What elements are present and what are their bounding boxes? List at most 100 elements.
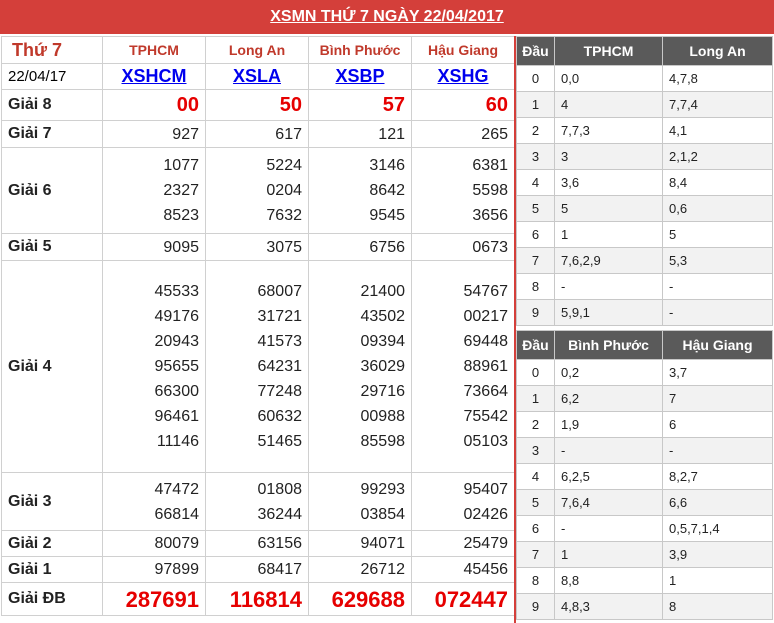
dau-cell: 1 <box>554 221 663 248</box>
prize-cell: 95407 02426 <box>411 472 515 531</box>
prize-cell: 072447 <box>411 582 515 616</box>
prize-number: 66300 <box>154 383 200 400</box>
prize-cell: 25479 <box>411 530 515 557</box>
prize-number: 02426 <box>463 505 509 523</box>
prize-number: 94071 <box>360 535 406 552</box>
prize-cell: 6756 <box>308 233 412 261</box>
prize-number: 3656 <box>472 207 508 224</box>
prize-number: 00217 <box>463 308 509 325</box>
prize-number: 36244 <box>257 505 303 523</box>
dau-cell: 7,7,4 <box>662 91 773 118</box>
dau-cell: 0,2 <box>554 359 663 386</box>
dau-digit: 6 <box>516 221 555 248</box>
prize-number: 63156 <box>257 535 303 552</box>
prize-label: Giải 8 <box>1 89 103 121</box>
prize-number: 95655 <box>154 358 200 375</box>
prize-number: 25479 <box>463 535 509 552</box>
dau-cell: 8,8 <box>554 567 663 594</box>
code-link-xshcm[interactable]: XSHCM <box>121 66 186 86</box>
dau-cell: - <box>662 299 773 326</box>
prize-number: 116814 <box>229 586 302 612</box>
page: XSMN THỨ 7 NGÀY 22/04/2017 Thứ 7 TPHCM L… <box>0 0 774 623</box>
prize-cell: 9095 <box>102 233 206 261</box>
page-title[interactable]: XSMN THỨ 7 NGÀY 22/04/2017 <box>0 0 774 34</box>
dau-cell: 5,3 <box>662 247 773 274</box>
prize-label: Giải 4 <box>1 260 103 473</box>
prize-cell: 50 <box>205 89 309 121</box>
prize-cell: 26712 <box>308 556 412 583</box>
code-link-xsbp[interactable]: XSBP <box>335 66 384 86</box>
dau-cell: 3,9 <box>662 541 773 568</box>
prize-cell: 116814 <box>205 582 309 616</box>
prize-cell: 0673 <box>411 233 515 261</box>
dau-header: Đầu <box>516 36 555 66</box>
prize-cell: 00 <box>102 89 206 121</box>
dau-cell: 6,2,5 <box>554 463 663 490</box>
dau-digit: 7 <box>516 247 555 274</box>
province-header: Hậu Giang <box>411 36 515 64</box>
prize-number: 8642 <box>369 182 405 199</box>
dau-header: Hậu Giang <box>662 330 773 360</box>
dau-cell: 1,9 <box>554 411 663 438</box>
prize-number: 00988 <box>360 408 406 425</box>
prize-number: 68417 <box>257 561 303 578</box>
prize-cell: 68417 <box>205 556 309 583</box>
prize-cell: 1077 2327 8523 <box>102 147 206 234</box>
dau-cell: 1 <box>554 541 663 568</box>
prize-number: 96461 <box>154 408 200 425</box>
prize-number: 45456 <box>463 561 509 578</box>
prize-number: 26712 <box>360 561 406 578</box>
code-cell: XSHCM <box>102 63 206 90</box>
prize-cell: 63156 <box>205 530 309 557</box>
prize-label: Giải 2 <box>1 530 103 557</box>
prize-number: 64231 <box>257 358 303 375</box>
prize-label: Giải 1 <box>1 556 103 583</box>
dau-cell: - <box>554 515 663 542</box>
prize-number: 43502 <box>360 308 406 325</box>
dau-cell: 7,7,3 <box>554 117 663 144</box>
province-header: Long An <box>205 36 309 64</box>
province-header: Bình Phước <box>308 36 412 64</box>
prize-number: 50 <box>279 93 302 116</box>
prize-number: 03854 <box>360 505 406 523</box>
prize-number: 0673 <box>472 238 508 256</box>
prize-cell: 68007 31721 41573 64231 77248 60632 5146… <box>205 260 309 473</box>
prize-number: 927 <box>172 125 199 143</box>
code-link-xsla[interactable]: XSLA <box>233 66 281 86</box>
prize-cell: 3146 8642 9545 <box>308 147 412 234</box>
prize-number: 6756 <box>369 238 405 256</box>
prize-number: 85598 <box>360 433 406 450</box>
dau-cell: 5 <box>554 195 663 222</box>
prize-number: 45533 <box>154 283 200 300</box>
dau-cell: 4,7,8 <box>662 65 773 92</box>
prize-cell: 121 <box>308 120 412 148</box>
dau-cell: - <box>662 437 773 464</box>
prize-number: 11146 <box>156 433 199 450</box>
prize-cell: 94071 <box>308 530 412 557</box>
prize-cell: 57 <box>308 89 412 121</box>
dau-header: Đầu <box>516 330 555 360</box>
dau-digit: 2 <box>516 411 555 438</box>
dau-digit: 9 <box>516 593 555 620</box>
prize-number: 9545 <box>369 207 405 224</box>
results-table: Thứ 7 TPHCM Long An Bình Phước Hậu Giang… <box>1 36 515 616</box>
dau-cell: 0,5,7,1,4 <box>662 515 773 542</box>
dau-cell: 3 <box>554 143 663 170</box>
dau-digit: 7 <box>516 541 555 568</box>
code-cell: XSLA <box>205 63 309 90</box>
dau-cell: 1 <box>662 567 773 594</box>
prize-number: 29716 <box>360 383 406 400</box>
prize-cell: 5224 0204 7632 <box>205 147 309 234</box>
dau-cell: 2,1,2 <box>662 143 773 170</box>
dau-cell: 8,4 <box>662 169 773 196</box>
prize-cell: 47472 66814 <box>102 472 206 531</box>
prize-number: 77248 <box>257 383 303 400</box>
dau-digit: 0 <box>516 359 555 386</box>
prize-number: 09394 <box>360 333 406 350</box>
prize-number: 7632 <box>266 207 302 224</box>
code-cell: XSHG <box>411 63 515 90</box>
prize-number: 41573 <box>257 333 303 350</box>
dau-digit: 8 <box>516 273 555 300</box>
code-link-xshg[interactable]: XSHG <box>437 66 488 86</box>
prize-number: 1077 <box>163 157 199 174</box>
